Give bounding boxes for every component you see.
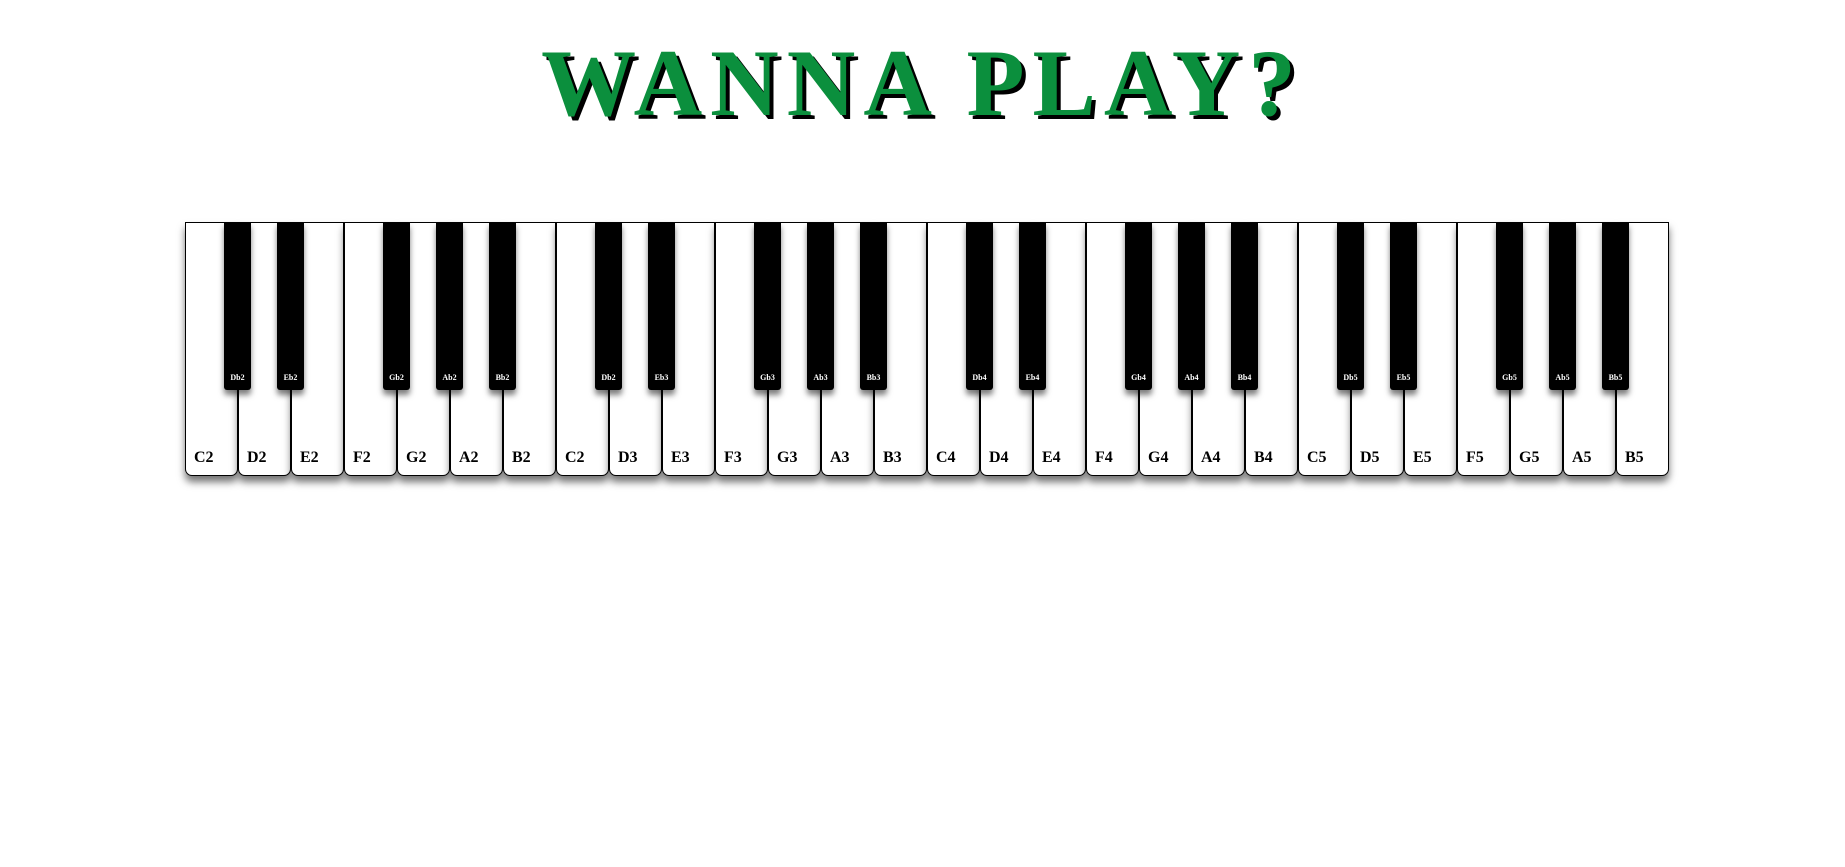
white-key-label: B2 [512,449,531,466]
black-key-label: Bb2 [495,373,510,382]
black-key-label: Ab5 [1555,373,1570,382]
white-key-label: A5 [1572,449,1592,466]
white-key-label: F2 [353,449,371,466]
black-key-label: Db5 [1343,373,1358,382]
black-key[interactable]: Bb2 [489,222,516,390]
white-key-label: G3 [777,449,798,466]
white-key-label: F4 [1095,449,1113,466]
white-key-label: E4 [1042,449,1061,466]
black-key-label: Bb5 [1608,373,1623,382]
black-key-label: Bb3 [866,373,881,382]
page-title: WANNA PLAY? [541,30,1304,136]
page: WANNA PLAY? C2 D2 E2 F2 G2 A2 B2 C2 D3 E3 F3 G3 A3 B3… [0,0,1845,867]
black-key-label: Ab3 [813,373,828,382]
white-key-label: E5 [1413,449,1432,466]
black-key[interactable]: Db4 [966,222,993,390]
white-key-label: E3 [671,449,690,466]
black-key[interactable]: Eb4 [1019,222,1046,390]
black-key-label: Gb4 [1131,373,1146,382]
black-key-label: Eb3 [654,373,669,382]
black-key-label: Db2 [230,373,245,382]
black-key[interactable]: Gb4 [1125,222,1152,390]
black-key[interactable]: Ab3 [807,222,834,390]
black-key[interactable]: Bb3 [860,222,887,390]
white-key-label: B4 [1254,449,1273,466]
white-key-label: G4 [1148,449,1169,466]
black-key[interactable]: Bb4 [1231,222,1258,390]
black-key-label: Eb4 [1025,373,1040,382]
white-key-label: E2 [300,449,319,466]
black-key[interactable]: Db2 [224,222,251,390]
black-key[interactable]: Ab2 [436,222,463,390]
white-key-label: B5 [1625,449,1644,466]
white-key-label: C2 [565,449,585,466]
white-key-label: F3 [724,449,742,466]
black-key[interactable]: Ab4 [1178,222,1205,390]
white-key-label: B3 [883,449,902,466]
white-key-label: C2 [194,449,214,466]
white-key-label: G2 [406,449,427,466]
black-key[interactable]: Bb5 [1602,222,1629,390]
black-key[interactable]: Gb2 [383,222,410,390]
white-key-label: D4 [989,449,1009,466]
black-key[interactable]: Eb5 [1390,222,1417,390]
white-key-label: D3 [618,449,638,466]
white-key-label: C4 [936,449,956,466]
black-key[interactable]: Ab5 [1549,222,1576,390]
black-key-label: Db2 [601,373,616,382]
black-key-label: Db4 [972,373,987,382]
white-key-label: A4 [1201,449,1221,466]
black-key[interactable]: Db5 [1337,222,1364,390]
black-key[interactable]: Gb3 [754,222,781,390]
black-key-label: Bb4 [1237,373,1252,382]
black-key-label: Ab2 [442,373,457,382]
white-key-label: G5 [1519,449,1540,466]
black-key-label: Gb3 [760,373,775,382]
white-key-label: F5 [1466,449,1484,466]
black-key-label: Eb2 [283,373,298,382]
black-key-label: Ab4 [1184,373,1199,382]
white-key-label: A2 [459,449,479,466]
white-key-label: D5 [1360,449,1380,466]
black-key[interactable]: Eb2 [277,222,304,390]
black-key-label: Eb5 [1396,373,1411,382]
white-key-label: C5 [1307,449,1327,466]
black-key-label: Gb5 [1502,373,1517,382]
black-key[interactable]: Db2 [595,222,622,390]
black-key-label: Gb2 [389,373,404,382]
piano-keyboard: C2 D2 E2 F2 G2 A2 B2 C2 D3 E3 F3 G3 A3 B3 C4 D4 E4 F4 G4 A4… [185,222,1669,476]
black-key[interactable]: Eb3 [648,222,675,390]
white-key-label: A3 [830,449,850,466]
white-key-label: D2 [247,449,267,466]
black-key[interactable]: Gb5 [1496,222,1523,390]
